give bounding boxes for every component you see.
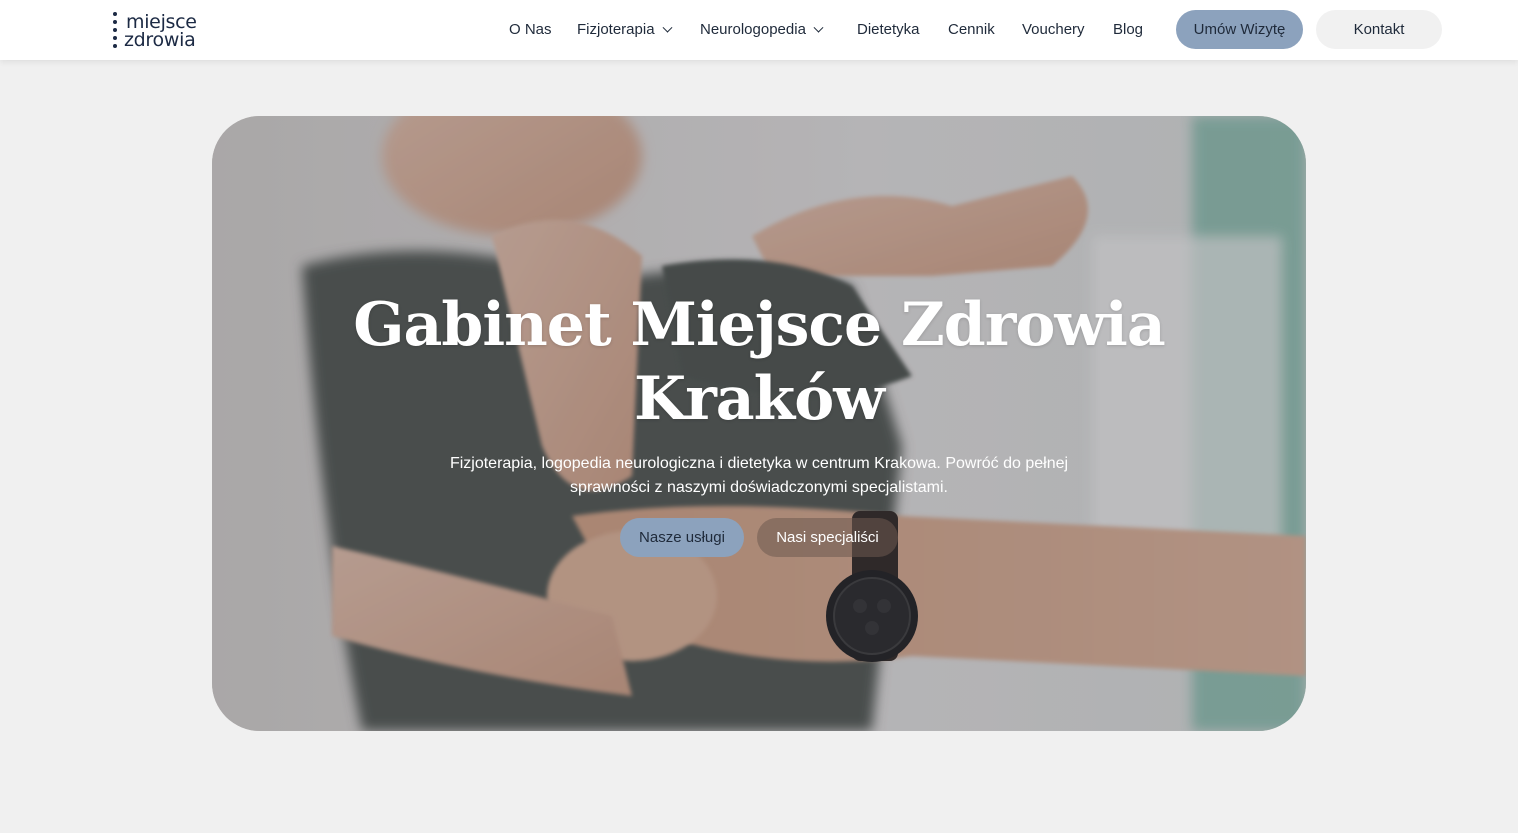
our-specialists-button[interactable]: Nasi specjaliści	[757, 518, 898, 557]
book-visit-button[interactable]: Umów Wizytę	[1176, 10, 1303, 49]
nav-item-label: Fizjoterapia	[577, 21, 655, 38]
hero-title: Gabinet Miejsce Zdrowia Kraków	[212, 288, 1306, 436]
nav-item-label: Dietetyka	[857, 21, 920, 38]
site-header: miejsce zdrowia O Nas Fizjoterapia Neuro…	[0, 0, 1518, 60]
site-logo[interactable]: miejsce zdrowia	[112, 11, 222, 51]
nav-item-dietetyka[interactable]: Dietetyka	[857, 20, 920, 40]
nav-item-o-nas[interactable]: O Nas	[509, 20, 552, 40]
hero-subtitle: Fizjoterapia, logopedia neurologiczna i …	[449, 455, 1069, 496]
contact-button[interactable]: Kontakt	[1316, 10, 1442, 49]
logo-dots-icon	[112, 12, 118, 50]
our-services-button[interactable]: Nasze usługi	[620, 518, 744, 557]
hero-title-line1: Gabinet Miejsce Zdrowia	[353, 290, 1165, 360]
logo-text-line2: zdrowia	[124, 29, 196, 51]
hero-section: Gabinet Miejsce Zdrowia Kraków Fizjotera…	[212, 116, 1306, 731]
nav-item-fizjoterapia[interactable]: Fizjoterapia	[577, 20, 672, 40]
chevron-down-icon	[662, 22, 672, 33]
nav-item-label: O Nas	[509, 21, 552, 38]
chevron-down-icon	[813, 22, 824, 33]
nav-item-blog[interactable]: Blog	[1113, 20, 1143, 40]
nav-item-cennik[interactable]: Cennik	[948, 20, 995, 40]
nav-item-label: Blog	[1113, 21, 1144, 38]
nav-item-label: Neurologopedia	[700, 21, 806, 38]
nav-item-label: Cennik	[948, 21, 995, 38]
nav-item-neurologopedia[interactable]: Neurologopedia	[700, 20, 824, 40]
nav-item-label: Vouchery	[1022, 21, 1085, 38]
nav-item-vouchery[interactable]: Vouchery	[1022, 20, 1085, 40]
hero-title-line2: Kraków	[634, 364, 885, 434]
